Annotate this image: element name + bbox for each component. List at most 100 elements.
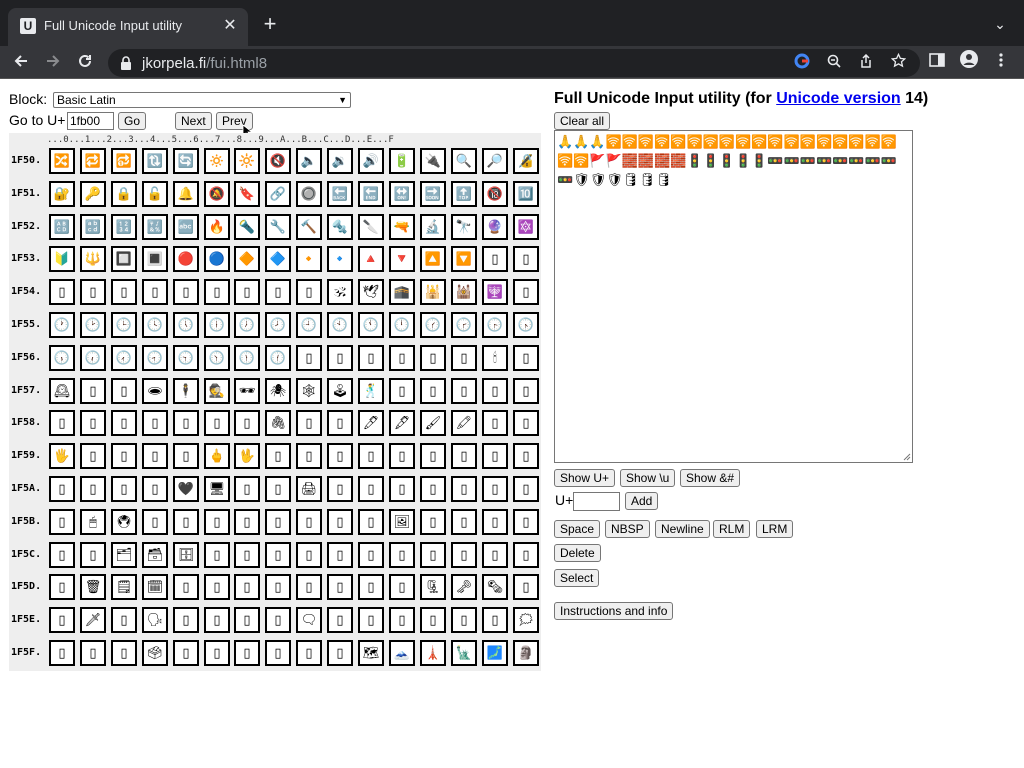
- new-tab-icon[interactable]: +: [258, 12, 282, 36]
- char-cell[interactable]: ▯: [451, 378, 477, 404]
- char-cell[interactable]: 🖤: [173, 476, 199, 502]
- block-select[interactable]: Basic Latin ▼: [53, 92, 351, 108]
- char-cell[interactable]: 🔫: [389, 214, 415, 240]
- char-cell[interactable]: ▯: [513, 279, 539, 305]
- char-cell[interactable]: 🔬: [420, 214, 446, 240]
- menu-icon[interactable]: [988, 50, 1014, 76]
- char-cell[interactable]: ▯: [482, 509, 508, 535]
- char-cell[interactable]: 🕍: [451, 279, 477, 305]
- char-cell[interactable]: ▯: [173, 640, 199, 666]
- char-cell[interactable]: 🕠: [49, 345, 75, 371]
- char-cell[interactable]: 🖐: [49, 443, 75, 469]
- char-cell[interactable]: 🕳: [142, 378, 168, 404]
- char-cell[interactable]: 🗻: [389, 640, 415, 666]
- char-cell[interactable]: ▯: [234, 410, 260, 436]
- char-cell[interactable]: 🔦: [234, 214, 260, 240]
- char-cell[interactable]: ▯: [173, 410, 199, 436]
- char-cell[interactable]: 🕶: [234, 378, 260, 404]
- google-lens-icon[interactable]: [792, 53, 812, 73]
- char-cell[interactable]: ▯: [420, 345, 446, 371]
- space-button[interactable]: Space: [554, 520, 601, 538]
- char-cell[interactable]: 🖍: [451, 410, 477, 436]
- char-cell[interactable]: 🕛: [389, 312, 415, 338]
- char-cell[interactable]: ▯: [234, 279, 260, 305]
- char-cell[interactable]: 🔵: [204, 246, 230, 272]
- char-cell[interactable]: 🖖: [234, 443, 260, 469]
- char-cell[interactable]: ▯: [513, 542, 539, 568]
- char-cell[interactable]: ▯: [513, 378, 539, 404]
- char-cell[interactable]: 🕐: [49, 312, 75, 338]
- close-tab-icon[interactable]: ✕: [220, 16, 240, 36]
- char-cell[interactable]: ▯: [482, 410, 508, 436]
- char-cell[interactable]: 🕢: [111, 345, 137, 371]
- char-cell[interactable]: 🕚: [358, 312, 384, 338]
- char-cell[interactable]: 🕗: [265, 312, 291, 338]
- char-cell[interactable]: 🔧: [265, 214, 291, 240]
- char-cell[interactable]: ▯: [513, 476, 539, 502]
- char-cell[interactable]: ▯: [204, 574, 230, 600]
- newline-button[interactable]: Newline: [655, 520, 710, 538]
- profile-icon[interactable]: [956, 50, 982, 76]
- lrm-button[interactable]: LRM: [756, 520, 794, 538]
- char-cell[interactable]: ▯: [513, 443, 539, 469]
- char-cell[interactable]: 🕌: [420, 279, 446, 305]
- back-icon[interactable]: [8, 50, 34, 76]
- char-cell[interactable]: ▯: [420, 378, 446, 404]
- char-cell[interactable]: ▯: [265, 443, 291, 469]
- char-cell[interactable]: 🔹: [327, 246, 353, 272]
- char-cell[interactable]: 🗼: [420, 640, 446, 666]
- char-cell[interactable]: 🔣: [142, 214, 168, 240]
- char-cell[interactable]: ▯: [142, 279, 168, 305]
- char-cell[interactable]: ▯: [80, 378, 106, 404]
- char-cell[interactable]: 🔻: [389, 246, 415, 272]
- char-cell[interactable]: 🔔: [173, 181, 199, 207]
- char-cell[interactable]: 🖇: [265, 410, 291, 436]
- char-cell[interactable]: 🔮: [482, 214, 508, 240]
- char-cell[interactable]: 🕺: [358, 378, 384, 404]
- char-cell[interactable]: 🕸: [296, 378, 322, 404]
- char-cell[interactable]: ▯: [358, 476, 384, 502]
- goto-input[interactable]: 1fb00: [67, 112, 114, 130]
- char-cell[interactable]: 🕝: [451, 312, 477, 338]
- char-cell[interactable]: ▯: [234, 607, 260, 633]
- char-cell[interactable]: 🔙: [327, 181, 353, 207]
- char-cell[interactable]: ▯: [142, 410, 168, 436]
- char-cell[interactable]: 🔤: [173, 214, 199, 240]
- char-cell[interactable]: ▯: [482, 246, 508, 272]
- char-cell[interactable]: ▯: [451, 476, 477, 502]
- char-cell[interactable]: ▯: [513, 246, 539, 272]
- char-cell[interactable]: ▯: [420, 509, 446, 535]
- char-cell[interactable]: ▯: [482, 476, 508, 502]
- char-cell[interactable]: 🕰: [49, 378, 75, 404]
- char-cell[interactable]: 🔺: [358, 246, 384, 272]
- side-panel-icon[interactable]: [924, 50, 950, 76]
- char-cell[interactable]: 🔊: [358, 148, 384, 174]
- char-cell[interactable]: ▯: [265, 476, 291, 502]
- char-cell[interactable]: ▯: [142, 509, 168, 535]
- char-cell[interactable]: ▯: [80, 640, 106, 666]
- char-cell[interactable]: ▯: [513, 345, 539, 371]
- char-cell[interactable]: 🔀: [49, 148, 75, 174]
- char-cell[interactable]: 🔷: [265, 246, 291, 272]
- char-cell[interactable]: 🗄: [173, 542, 199, 568]
- char-cell[interactable]: ▯: [234, 476, 260, 502]
- char-cell[interactable]: ▯: [327, 509, 353, 535]
- char-cell[interactable]: 🔕: [204, 181, 230, 207]
- char-cell[interactable]: 🗂: [111, 542, 137, 568]
- char-cell[interactable]: 🕹: [327, 378, 353, 404]
- char-cell[interactable]: ▯: [111, 410, 137, 436]
- char-cell[interactable]: 🕧: [265, 345, 291, 371]
- char-cell[interactable]: ▯: [513, 509, 539, 535]
- char-cell[interactable]: 🗒: [111, 574, 137, 600]
- char-cell[interactable]: 🔍: [451, 148, 477, 174]
- char-cell[interactable]: 🔲: [111, 246, 137, 272]
- char-cell[interactable]: 🔃: [142, 148, 168, 174]
- char-cell[interactable]: 🔰: [49, 246, 75, 272]
- char-cell[interactable]: 🖼: [389, 509, 415, 535]
- char-cell[interactable]: 🔅: [204, 148, 230, 174]
- char-cell[interactable]: ▯: [327, 574, 353, 600]
- char-cell[interactable]: 🕥: [204, 345, 230, 371]
- char-cell[interactable]: ▯: [49, 542, 75, 568]
- char-cell[interactable]: 🔝: [451, 181, 477, 207]
- char-cell[interactable]: ▯: [451, 607, 477, 633]
